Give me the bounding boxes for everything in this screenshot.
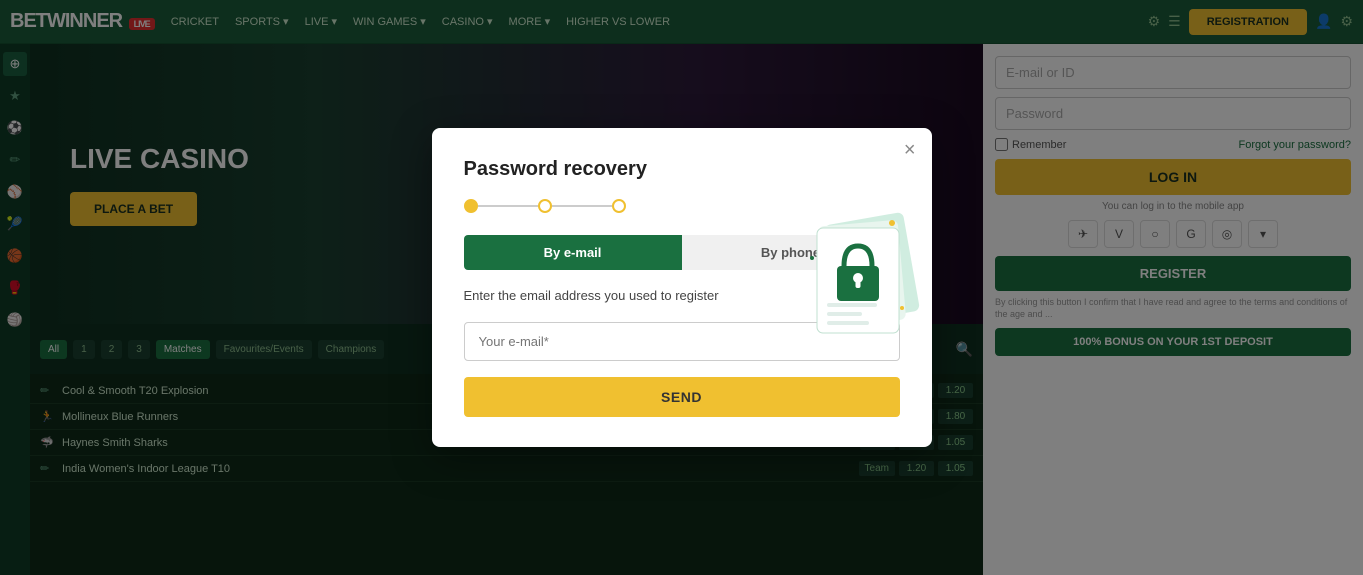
password-recovery-modal: × Password recovery By e-mail By phone E… <box>432 128 932 447</box>
tab-by-email[interactable]: By e-mail <box>464 235 682 270</box>
modal-close-button[interactable]: × <box>904 140 916 160</box>
modal-form: By e-mail By phone Enter the email addre… <box>464 235 900 417</box>
progress-steps <box>464 199 900 213</box>
step-line-2 <box>552 205 612 207</box>
tab-by-phone[interactable]: By phone <box>682 235 900 270</box>
send-button[interactable]: SEND <box>464 377 900 417</box>
modal-inner: By e-mail By phone Enter the email addre… <box>464 235 900 417</box>
recovery-description: Enter the email address you used to regi… <box>464 286 900 306</box>
step-1 <box>464 199 478 213</box>
step-3 <box>612 199 626 213</box>
recovery-tabs: By e-mail By phone <box>464 235 900 270</box>
step-line-1 <box>478 205 538 207</box>
modal-title: Password recovery <box>464 158 900 181</box>
recovery-email-input[interactable] <box>464 322 900 361</box>
step-2 <box>538 199 552 213</box>
modal-overlay: × Password recovery By e-mail By phone E… <box>0 0 1363 575</box>
